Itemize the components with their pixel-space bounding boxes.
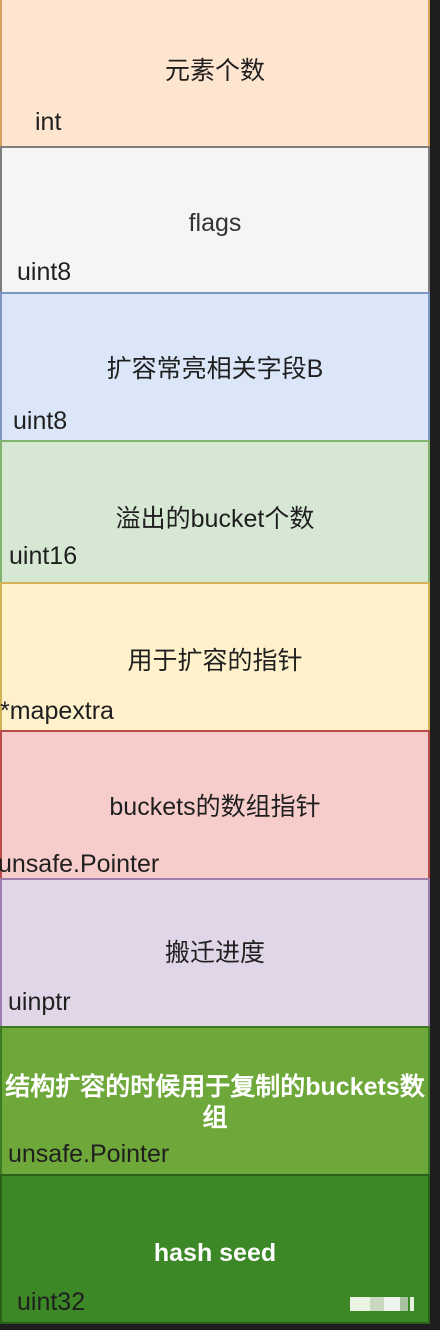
field-buckets-pointer: buckets的数组指针 unsafe.Pointer [0, 730, 430, 880]
field-type: uint8 [13, 407, 68, 435]
field-label: 搬迁进度 [164, 939, 265, 967]
field-type: uint32 [17, 1288, 86, 1316]
field-flags: flags uint8 [0, 146, 430, 294]
field-label: 溢出的bucket个数 [115, 505, 315, 533]
field-type: unsafe.Pointer [0, 850, 160, 878]
field-label: 扩容常亮相关字段B [106, 355, 324, 383]
field-old-buckets: 结构扩容的时候用于复制的buckets数组 unsafe.Pointer [0, 1026, 430, 1176]
watermark-logo [350, 1297, 416, 1311]
field-type: uint16 [9, 542, 78, 570]
field-label: flags [188, 209, 242, 237]
field-type: uint8 [17, 258, 72, 286]
field-bucket-shift-b: 扩容常亮相关字段B uint8 [0, 292, 430, 442]
hmap-struct-diagram: 元素个数 int flags uint8 扩容常亮相关字段B uint8 溢出的… [0, 0, 440, 1330]
field-type: *mapextra [0, 697, 114, 725]
field-label: buckets的数组指针 [109, 793, 321, 821]
field-overflow-bucket-count: 溢出的bucket个数 uint16 [0, 440, 430, 584]
field-type: int [35, 108, 62, 136]
field-label: hash seed [153, 1239, 277, 1267]
field-type: uinptr [8, 988, 71, 1016]
field-evacuation-progress: 搬迁进度 uinptr [0, 878, 430, 1028]
field-label: 用于扩容的指针 [127, 647, 303, 675]
field-label: 元素个数 [164, 57, 265, 85]
field-element-count: 元素个数 int [0, 0, 430, 148]
field-extra-pointer: 用于扩容的指针 *mapextra [0, 582, 430, 732]
field-label: 结构扩容的时候用于复制的buckets数组 [5, 1073, 425, 1133]
field-type: unsafe.Pointer [8, 1140, 170, 1168]
